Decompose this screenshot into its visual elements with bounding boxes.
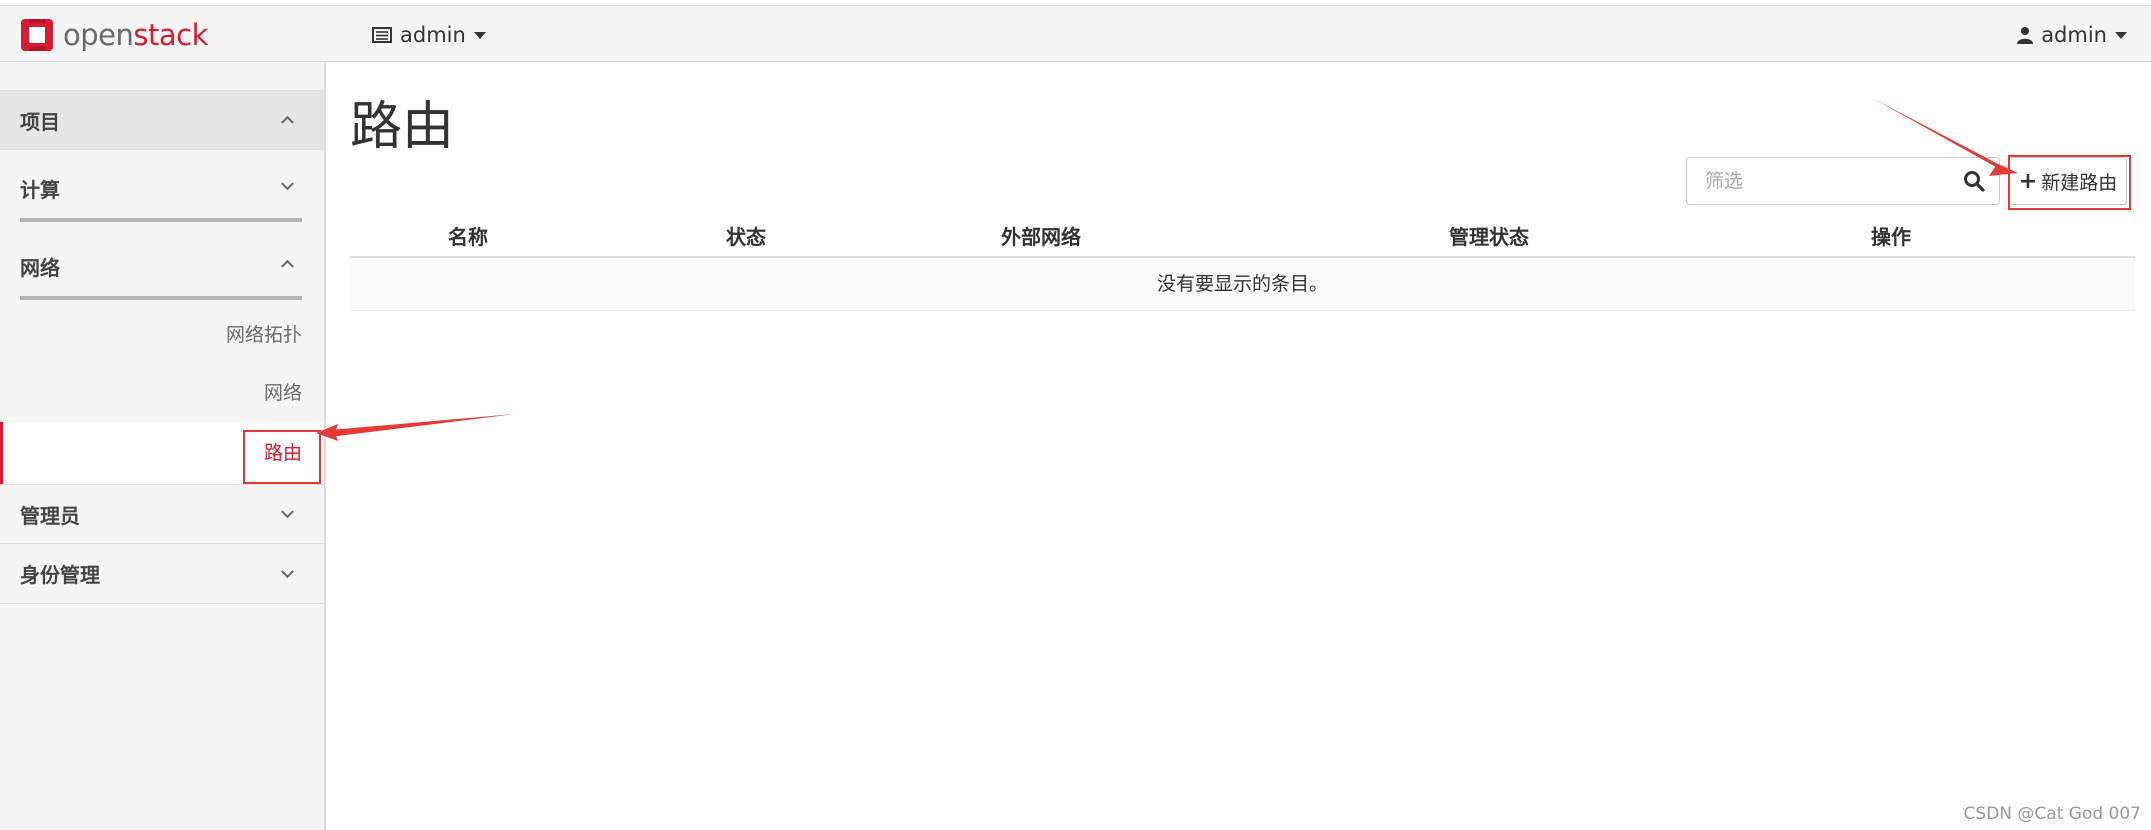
sidebar-subsection-label: 计算 (20, 178, 60, 202)
chevron-down-icon (281, 177, 294, 191)
sidebar-section-label: 身份管理 (20, 563, 100, 587)
column-header-admin-state[interactable]: 管理状态 (1449, 221, 1529, 250)
annotation-box-create-button (2008, 155, 2131, 210)
sidebar-subsection-label: 网络 (20, 256, 60, 280)
column-header-name[interactable]: 名称 (448, 221, 488, 250)
sidebar-item-networks[interactable]: 网络 (0, 364, 324, 422)
chevron-down-icon (281, 564, 294, 578)
project-list-icon (372, 27, 392, 43)
sidebar-section-label: 项目 (20, 109, 60, 134)
column-header-status[interactable]: 状态 (726, 221, 766, 250)
project-selector-dropdown[interactable]: admin (372, 20, 486, 50)
search-icon[interactable] (1963, 170, 1985, 196)
subsection-divider (20, 218, 302, 222)
sidebar-section-project[interactable]: 项目 (0, 90, 324, 150)
sidebar-section-label: 管理员 (20, 503, 80, 528)
chevron-down-icon (2115, 31, 2127, 39)
sidebar-section-admin[interactable]: 管理员 (0, 484, 324, 544)
sidebar-item-network-topology[interactable]: 网络拓扑 (0, 306, 324, 364)
openstack-logo-icon (20, 18, 54, 52)
user-menu-label: admin (2041, 23, 2107, 47)
openstack-wordmark: openstack (63, 18, 208, 52)
column-header-external-network[interactable]: 外部网络 (1001, 221, 1081, 250)
sidebar-section-identity[interactable]: 身份管理 (0, 544, 324, 604)
filter-input[interactable] (1687, 158, 1947, 204)
empty-table-message: 没有要显示的条目。 (350, 258, 2135, 311)
sidebar-subsection-compute[interactable]: 计算 (0, 150, 324, 228)
project-selector-label: admin (400, 23, 466, 47)
chevron-up-icon (281, 115, 294, 129)
chevron-down-icon (281, 505, 294, 519)
table-header: 名称 状态 外部网络 管理状态 操作 (350, 207, 2135, 258)
column-header-actions: 操作 (1871, 225, 1911, 249)
user-menu-dropdown[interactable]: admin (2017, 20, 2127, 50)
openstack-logo[interactable]: openstack (20, 14, 208, 56)
routers-table: 名称 状态 外部网络 管理状态 操作 没有要显示的条目。 (350, 207, 2135, 311)
chevron-down-icon (473, 31, 486, 39)
user-icon (2017, 27, 2034, 44)
top-navbar: openstack admin admin (0, 5, 2151, 62)
sidebar-subsection-network[interactable]: 网络 (0, 228, 324, 306)
chevron-up-icon (281, 259, 294, 273)
filter-box (1686, 157, 2000, 205)
watermark: CSDN @Cat God 007 (1963, 804, 2141, 824)
main-content: 路由 + 新建路由 名称 状态 外部网络 管理状态 操作 没有要显示的条目。 (328, 62, 2151, 830)
page-title: 路由 (350, 97, 455, 157)
subsection-divider (20, 296, 302, 300)
annotation-box-routers-item (243, 430, 321, 484)
